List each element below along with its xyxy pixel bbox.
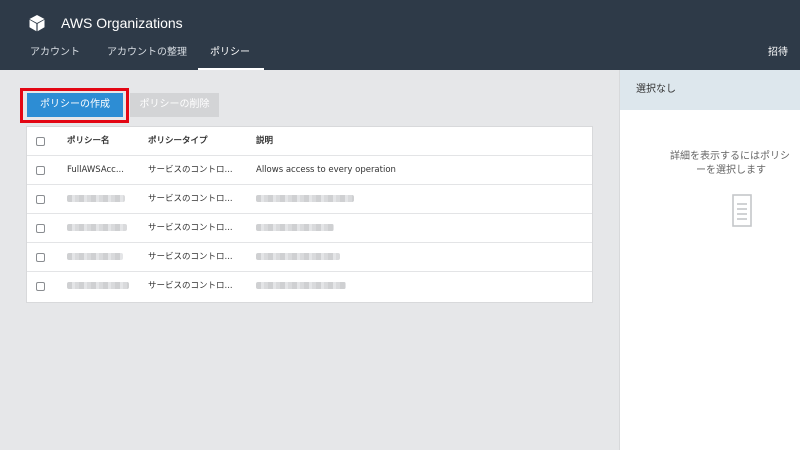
policy-description-cell: Allows access to every operation [256, 165, 396, 175]
row-checkbox[interactable] [36, 253, 45, 262]
row-checkbox[interactable] [36, 224, 45, 233]
row-checkbox[interactable] [36, 195, 45, 204]
table-row[interactable]: サービスのコントロ... [27, 185, 592, 214]
active-tab-indicator [198, 68, 264, 70]
policy-type-cell: サービスのコントロ... [148, 165, 233, 175]
invite-link[interactable]: 招待 [768, 38, 788, 70]
detail-panel: 選択なし 詳細を表示するにはポリシ ーを選択します [619, 70, 800, 450]
app-title: AWS Organizations [61, 15, 183, 31]
delete-policy-button[interactable]: ポリシーの削除 [130, 93, 219, 117]
row-checkbox[interactable] [36, 282, 45, 291]
table-row[interactable]: サービスのコントロ... [27, 214, 592, 243]
table-row[interactable]: FullAWSAcc... サービスのコントロ... Allows access… [27, 156, 592, 185]
detail-panel-message-line1: 詳細を表示するにはポリシ [670, 151, 790, 162]
select-all-checkbox[interactable] [36, 137, 45, 146]
policy-name-redacted[interactable] [67, 243, 139, 272]
create-policy-button[interactable]: ポリシーの作成 [27, 93, 123, 117]
column-header-description: 説明 [256, 136, 274, 146]
document-icon [732, 194, 752, 227]
policy-type-cell: サービスのコントロ... [148, 223, 233, 233]
table-header-row: ポリシー名 ポリシータイプ 説明 [27, 127, 592, 156]
detail-panel-message: 詳細を表示するにはポリシ ーを選択します [670, 150, 800, 178]
policy-name-redacted[interactable] [67, 185, 139, 214]
policy-name-cell[interactable]: FullAWSAcc... [67, 156, 139, 185]
table-row[interactable]: サービスのコントロ... [27, 243, 592, 272]
row-checkbox[interactable] [36, 166, 45, 175]
policy-name-redacted[interactable] [67, 272, 139, 301]
policy-type-cell: サービスのコントロ... [148, 281, 233, 291]
detail-panel-header: 選択なし [620, 70, 800, 110]
policy-name-redacted[interactable] [67, 214, 139, 243]
tab-accounts[interactable]: アカウント [30, 38, 80, 70]
policy-description-redacted [256, 272, 576, 301]
top-bar: AWS Organizations アカウント アカウントの整理 ポリシー 招待 [0, 0, 800, 70]
detail-panel-message-line2: ーを選択します [696, 165, 766, 176]
brand[interactable]: AWS Organizations [28, 11, 183, 35]
column-header-type[interactable]: ポリシータイプ [148, 127, 246, 156]
table-row[interactable]: サービスのコントロ... [27, 272, 592, 301]
column-header-name[interactable]: ポリシー名 [67, 127, 139, 156]
policy-description-redacted [256, 185, 576, 214]
policy-type-cell: サービスのコントロ... [148, 252, 233, 262]
cube-icon [29, 15, 45, 32]
tab-organize-accounts[interactable]: アカウントの整理 [107, 38, 187, 70]
policy-type-cell: サービスのコントロ... [148, 194, 233, 204]
policy-description-redacted [256, 214, 576, 243]
tab-policies[interactable]: ポリシー [210, 38, 250, 70]
policy-description-redacted [256, 243, 576, 272]
policy-table: ポリシー名 ポリシータイプ 説明 FullAWSAcc... サービスのコントロ… [26, 126, 593, 303]
